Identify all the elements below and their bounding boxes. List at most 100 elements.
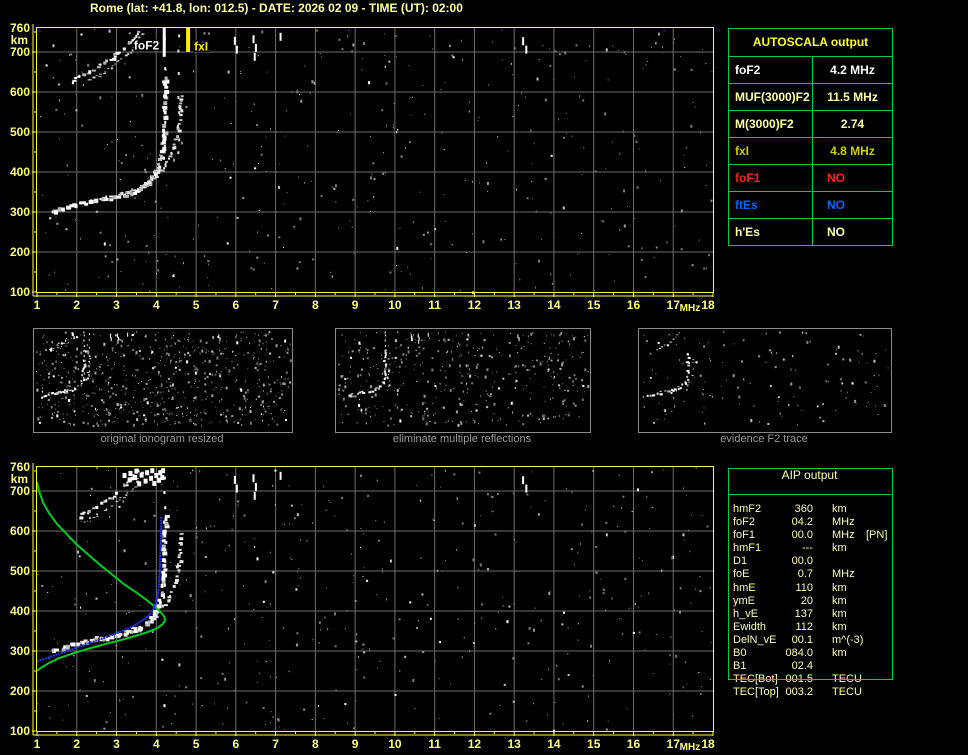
y-tick-label: 300 — [10, 644, 30, 658]
aip-lbl: foF2 — [733, 516, 756, 529]
autoscala-row-h'Es: h'Es NO — [729, 219, 892, 245]
x-tick-label: 17 — [667, 298, 681, 312]
y-tick-label: 500 — [10, 564, 30, 578]
aip-val: 04.2 — [791, 516, 813, 529]
y-tick-label: 400 — [10, 604, 30, 618]
aip-unit: km — [832, 503, 847, 515]
aip-val: 00.0 — [791, 529, 813, 542]
x-tick-label: 12 — [468, 298, 482, 312]
autoscala-row-foF1: foF1 NO — [729, 165, 892, 192]
x-tick-label: 10 — [388, 737, 402, 751]
aip-lbl: h_vE — [733, 607, 759, 620]
aip-val: 20 — [800, 594, 813, 607]
x-tick-label: 7 — [272, 298, 279, 312]
x-tick-label: 18 — [701, 298, 715, 312]
aip-lbl: Ewidth — [733, 620, 767, 633]
y-tick-label: 600 — [10, 524, 30, 538]
autoscala-param-value: NO — [827, 171, 845, 185]
autoscala-row-ftEs: ftEs NO — [729, 192, 892, 219]
aip-row-hmF1: hmF1 --- km — [733, 542, 891, 555]
aip-unit: m^(-3) — [832, 633, 864, 646]
y-tick-label: 400 — [10, 165, 30, 179]
y-tick-label: 600 — [10, 85, 30, 99]
x-tick-label: 1 — [34, 298, 41, 312]
aip-lbl: D1 — [733, 555, 748, 568]
autoscala-param-value: 2.74 — [840, 117, 865, 131]
marker-label-fxI: fxI — [194, 39, 208, 53]
aip-unit: km — [832, 581, 847, 594]
aip-row-B1: B1 02.4 — [733, 660, 891, 673]
x-tick-label: 1 — [34, 737, 41, 751]
autoscala-screen: Rome (lat: +41.8, lon: 012.5) - DATE: 20… — [0, 0, 968, 755]
x-tick-label: 9 — [352, 298, 359, 312]
aip-unit: km — [832, 607, 847, 620]
autoscala-param-label: foF1 — [729, 165, 813, 191]
aip-output-rows: hmF2 360 km foF2 04.2 MHz foF1 00.0 MHz [PN] hmF1 -… — [733, 503, 891, 699]
y-tick-label: 700 — [10, 484, 30, 498]
x-tick-label: 12 — [468, 737, 482, 751]
aip-val: 001.5 — [785, 673, 813, 686]
aip-row-hmE: hmE 110 km — [733, 582, 891, 595]
aip-val: 137 — [794, 607, 813, 620]
aip-val: 360 — [794, 503, 813, 515]
x-tick-label: 15 — [587, 298, 601, 312]
y-tick-label: 200 — [10, 684, 30, 698]
aip-unit: km — [832, 620, 847, 633]
aip-row-hmF2: hmF2 360 km — [733, 503, 891, 516]
x-tick-label: 7 — [272, 737, 279, 751]
y-tick-label: 100 — [10, 724, 30, 738]
station-date-title: Rome (lat: +41.8, lon: 012.5) - DATE: 20… — [90, 1, 463, 15]
ionogram-top: foF2 fxI 1 2 3 4 5 6 7 8 9 10 11 12 13 14 15 16 17 18 MHz 760… — [0, 21, 724, 327]
x-tick-label: 2 — [73, 737, 80, 751]
aip-val: 02.4 — [791, 660, 813, 673]
aip-row-D1: D1 00.0 — [733, 555, 891, 568]
x-tick-label: 16 — [627, 298, 641, 312]
y-tick-label: 500 — [10, 125, 30, 139]
autoscala-param-label: h'Es — [729, 219, 813, 245]
aip-lbl: B0 — [733, 647, 747, 660]
aip-row-ymE: ymE 20 km — [733, 595, 891, 608]
x-axis-unit: MHz — [680, 303, 701, 314]
y-tick-label: 700 — [10, 45, 30, 59]
x-tick-label: 8 — [312, 298, 319, 312]
x-tick-label: 4 — [153, 737, 160, 751]
thumb-evidence-caption: evidence F2 trace — [720, 433, 808, 445]
x-tick-label: 13 — [507, 298, 521, 312]
aip-unit: km — [832, 594, 847, 607]
aip-row-foE: foE 0.7 MHz — [733, 568, 891, 581]
aip-val: 084.0 — [785, 647, 813, 660]
x-tick-label: 9 — [352, 737, 359, 751]
aip-lbl: hmF1 — [733, 542, 762, 555]
x-tick-label: 5 — [193, 737, 200, 751]
x-tick-label: 4 — [153, 298, 160, 312]
x-tick-label: 10 — [388, 298, 402, 312]
y-tick-label: 300 — [10, 205, 30, 219]
autoscala-table-header: AUTOSCALA output — [729, 29, 892, 57]
aip-lbl: hmF2 — [733, 503, 762, 515]
aip-val: 110 — [795, 581, 813, 594]
autoscala-row-fxI: fxI 4.8 MHz — [729, 138, 892, 165]
thumb-original — [33, 328, 293, 433]
aip-unit: MHz — [832, 529, 855, 542]
aip-unit: TECU — [832, 686, 862, 699]
aip-unit: km — [832, 647, 847, 660]
x-tick-label: 14 — [547, 737, 561, 751]
aip-unit: TECU — [832, 673, 862, 686]
aip-extra: [PN] — [866, 529, 888, 542]
y-tick-label: 200 — [10, 245, 30, 259]
marker-line-foF2 — [162, 28, 166, 57]
autoscala-table-body: foF2 4.2 MHz MUF(3000)F2 11.5 MHz M(3000)F2 2… — [729, 57, 892, 245]
x-tick-label: 15 — [587, 737, 601, 751]
autoscala-param-label: ftEs — [729, 192, 813, 218]
x-tick-label: 17 — [667, 737, 681, 751]
x-tick-label: 11 — [428, 737, 441, 751]
aip-row-Ewidth: Ewidth 112 km — [733, 621, 891, 634]
aip-val: 00.1 — [791, 633, 813, 646]
aip-row-TEC[Bot]: TEC[Bot] 001.5 TECU — [733, 673, 891, 686]
x-tick-label: 3 — [113, 737, 120, 751]
thumb-eliminate — [335, 328, 591, 433]
autoscala-param-value: NO — [827, 198, 845, 212]
aip-row-foF1: foF1 00.0 MHz [PN] — [733, 529, 891, 542]
x-tick-label: 6 — [232, 298, 239, 312]
aip-val: 003.2 — [785, 686, 813, 699]
